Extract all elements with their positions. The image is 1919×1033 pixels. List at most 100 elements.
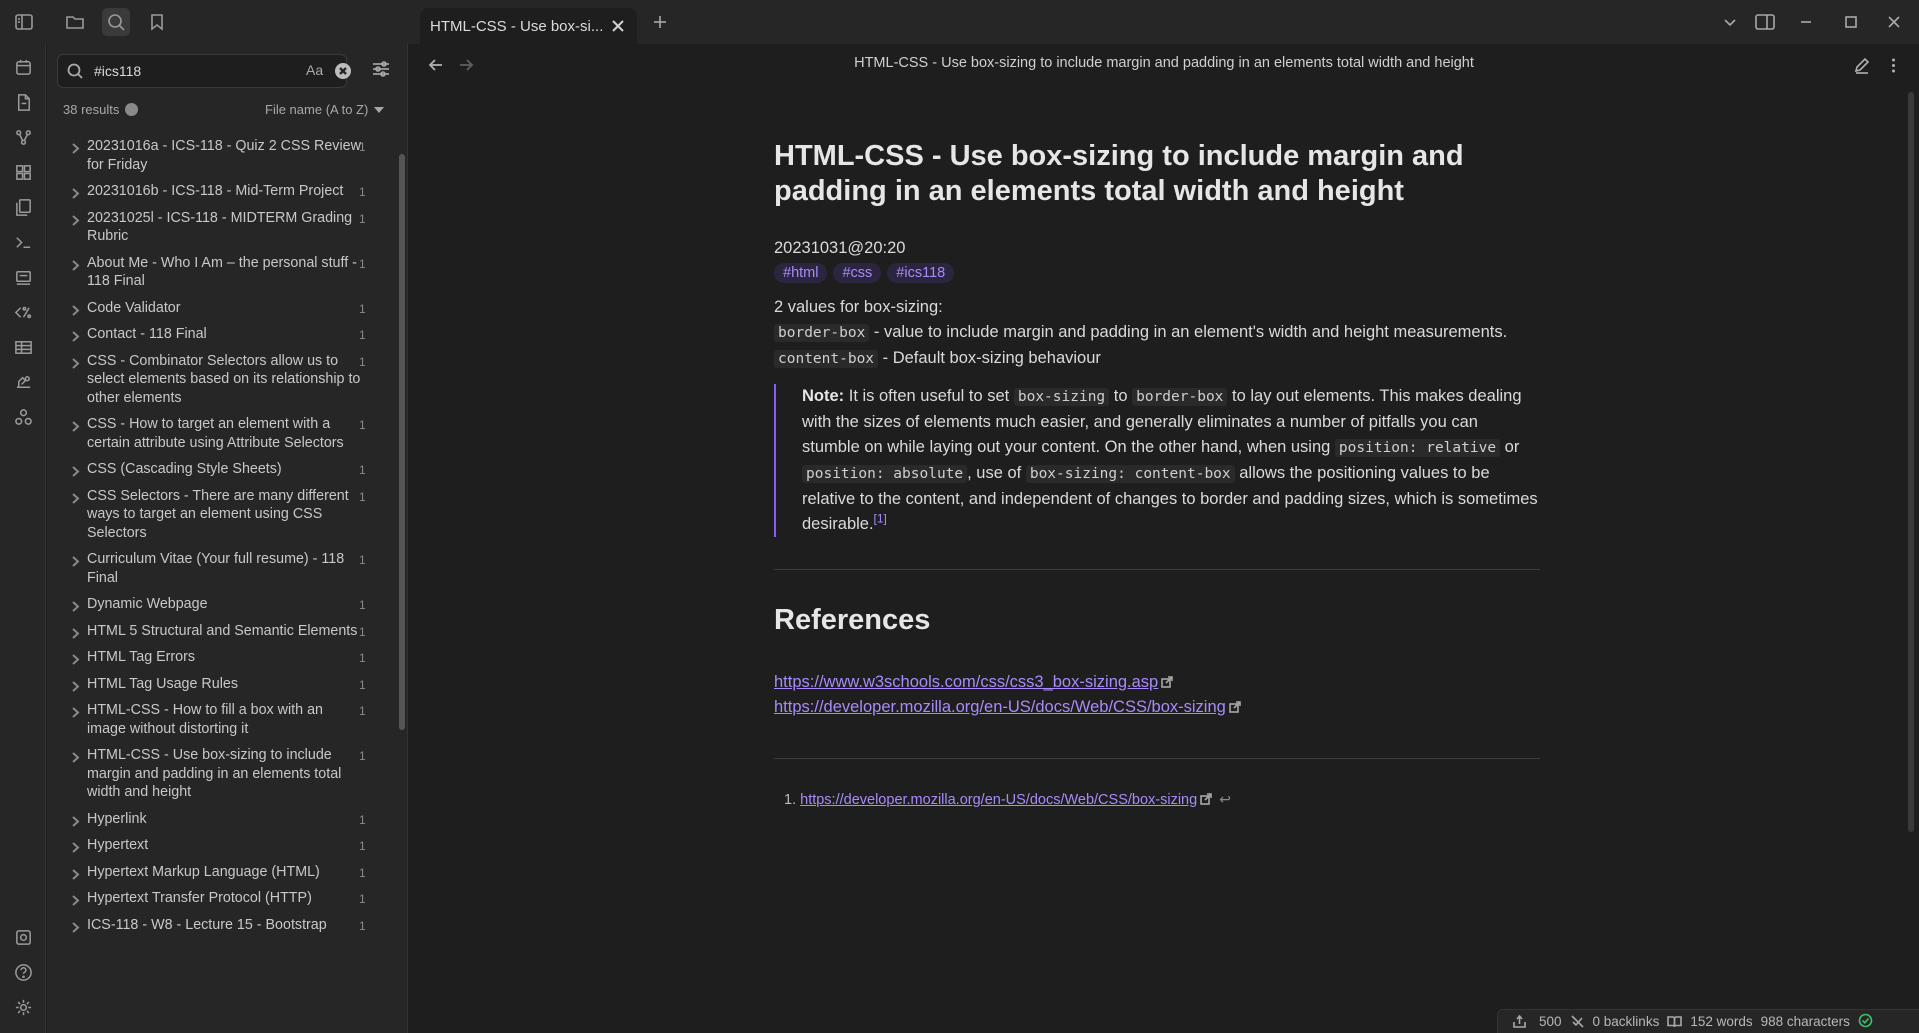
chevron-right-icon[interactable]	[70, 679, 81, 698]
command-palette-icon[interactable]	[10, 229, 36, 255]
chevron-right-icon[interactable]	[70, 920, 81, 939]
chevron-right-icon[interactable]	[70, 867, 81, 886]
search-result-item[interactable]: Code Validator 1	[47, 296, 397, 323]
footnote-backref-icon[interactable]: ↩	[1219, 791, 1231, 807]
search-input[interactable]	[94, 60, 254, 82]
canvas-icon[interactable]	[10, 159, 36, 185]
footnote-number: 1.	[784, 792, 797, 808]
open-quick-switcher-icon[interactable]	[10, 89, 36, 115]
quote-text: to	[1109, 387, 1133, 405]
search-result-item[interactable]: HTML-CSS - Use box-sizing to include mar…	[47, 743, 397, 807]
search-result-item[interactable]: 20231016b - ICS-118 - Mid-Term Project 1	[47, 179, 397, 206]
backlinks-count[interactable]: 0 backlinks	[1593, 1014, 1660, 1029]
table-icon[interactable]	[10, 334, 36, 360]
minimize-icon[interactable]	[1793, 10, 1819, 34]
chevron-right-icon[interactable]	[70, 213, 81, 232]
search-result-item[interactable]: CSS Selectors - There are many different…	[47, 484, 397, 548]
settings-gear-icon[interactable]	[10, 994, 36, 1020]
sidebar-toggle-icon[interactable]	[10, 8, 38, 36]
search-result-title: HTML Tag Errors	[87, 649, 196, 665]
reading-view-book-icon[interactable]	[1667, 1014, 1683, 1029]
vault-switcher-icon[interactable]	[10, 924, 36, 950]
search-result-item[interactable]: Contact - 118 Final 1	[47, 322, 397, 349]
chevron-right-icon[interactable]	[70, 893, 81, 912]
chevron-right-icon[interactable]	[70, 303, 81, 322]
chevron-right-icon[interactable]	[70, 652, 81, 671]
footnote-reference-link[interactable]: [1]	[874, 512, 887, 526]
tab-list-chevron-icon[interactable]	[1717, 10, 1743, 34]
chevron-right-icon[interactable]	[70, 814, 81, 833]
note-tag[interactable]: #html	[774, 263, 828, 283]
plugin-hub-icon[interactable]	[10, 404, 36, 430]
chevron-right-icon[interactable]	[70, 491, 81, 510]
search-result-item[interactable]: ICS-118 - W8 - Lecture 15 - Bootstrap 1	[47, 913, 397, 940]
chevron-right-icon[interactable]	[70, 329, 81, 348]
search-result-item[interactable]: Curriculum Vitae (Your full resume) - 11…	[47, 547, 397, 592]
note-scrollbar[interactable]	[1908, 92, 1914, 832]
search-settings-sliders-icon[interactable]	[371, 59, 391, 84]
calendar-icon[interactable]	[10, 54, 36, 80]
search-tab-icon[interactable]	[102, 8, 130, 36]
maximize-icon[interactable]	[1838, 10, 1864, 34]
clear-search-icon[interactable]	[335, 63, 351, 79]
graph-view-icon[interactable]	[10, 124, 36, 150]
slides-icon[interactable]	[10, 264, 36, 290]
search-result-item[interactable]: HTML-CSS - How to fill a box with an ima…	[47, 698, 397, 743]
chevron-right-icon[interactable]	[70, 599, 81, 618]
files-folder-icon[interactable]	[61, 8, 89, 36]
sync-ok-check-icon[interactable]	[1858, 1013, 1873, 1031]
view-header-title[interactable]: HTML-CSS - Use box-sizing to include mar…	[409, 55, 1919, 71]
search-result-item[interactable]: Hypertext Markup Language (HTML) 1	[47, 860, 397, 887]
chevron-right-icon[interactable]	[70, 840, 81, 859]
match-count-badge: 1	[359, 749, 366, 763]
new-tab-icon[interactable]	[648, 10, 672, 34]
search-result-item[interactable]: CSS (Cascading Style Sheets) 1	[47, 457, 397, 484]
chevron-right-icon[interactable]	[70, 186, 81, 205]
search-result-item[interactable]: HTML Tag Usage Rules 1	[47, 672, 397, 699]
chevron-right-icon[interactable]	[70, 705, 81, 724]
more-options-icon[interactable]	[125, 103, 139, 116]
search-result-item[interactable]: About Me - Who I Am – the personal stuff…	[47, 251, 397, 296]
match-case-toggle[interactable]: Aa	[306, 62, 323, 78]
search-result-item[interactable]: HTML Tag Errors 1	[47, 645, 397, 672]
help-icon[interactable]	[10, 959, 36, 985]
chevron-right-icon[interactable]	[70, 626, 81, 645]
search-result-item[interactable]: HTML 5 Structural and Semantic Elements 1	[47, 619, 397, 646]
sort-order-select[interactable]: File name (A to Z)	[265, 102, 385, 117]
close-tab-icon[interactable]	[609, 17, 627, 35]
note-title: HTML-CSS - Use box-sizing to include mar…	[774, 140, 1464, 207]
active-note-tab[interactable]: HTML-CSS - Use box-si...	[420, 8, 637, 44]
chevron-right-icon[interactable]	[70, 258, 81, 277]
percent-code-icon[interactable]	[10, 299, 36, 325]
search-result-item[interactable]: Dynamic Webpage 1	[47, 592, 397, 619]
search-result-item[interactable]: CSS - Combinator Selectors allow us to s…	[47, 349, 397, 413]
search-result-item[interactable]: Hypertext 1	[47, 833, 397, 860]
right-sidebar-toggle-icon[interactable]	[1752, 10, 1778, 34]
edit-pencil-icon[interactable]	[1849, 53, 1873, 77]
note-tag[interactable]: #css	[833, 263, 882, 283]
sidebar-scrollbar[interactable]	[399, 154, 405, 730]
footnotes-section: 1. https://developer.mozilla.org/en-US/d…	[774, 791, 1540, 808]
bookmark-icon[interactable]	[143, 8, 171, 36]
chevron-right-icon[interactable]	[70, 419, 81, 438]
reference-link[interactable]: https://www.w3schools.com/css/css3_box-s…	[774, 670, 1158, 695]
chevron-right-icon[interactable]	[70, 356, 81, 375]
chevron-right-icon[interactable]	[70, 750, 81, 769]
sync-status[interactable]: 500	[1512, 1014, 1562, 1029]
search-result-item[interactable]: Hyperlink 1	[47, 807, 397, 834]
chevron-right-icon[interactable]	[70, 554, 81, 573]
reference-link[interactable]: https://developer.mozilla.org/en-US/docs…	[774, 695, 1226, 720]
chevron-right-icon[interactable]	[70, 464, 81, 483]
search-result-item[interactable]: CSS - How to target an element with a ce…	[47, 412, 397, 457]
search-result-item[interactable]: 20231025l - ICS-118 - MIDTERM Grading Ru…	[47, 206, 397, 251]
footnote-link[interactable]: https://developer.mozilla.org/en-US/docs…	[800, 792, 1197, 808]
chevron-right-icon[interactable]	[70, 141, 81, 160]
search-result-item[interactable]: 20231016a - ICS-118 - Quiz 2 CSS Review …	[47, 134, 397, 179]
audio-recorder-icon[interactable]	[10, 369, 36, 395]
search-result-item[interactable]: Hypertext Transfer Protocol (HTTP) 1	[47, 886, 397, 913]
live-preview-off-icon[interactable]	[1570, 1014, 1585, 1029]
note-tag[interactable]: #ics118	[887, 263, 955, 283]
close-window-icon[interactable]	[1881, 10, 1907, 34]
templates-icon[interactable]	[10, 194, 36, 220]
more-options-vertical-icon[interactable]	[1881, 53, 1905, 77]
